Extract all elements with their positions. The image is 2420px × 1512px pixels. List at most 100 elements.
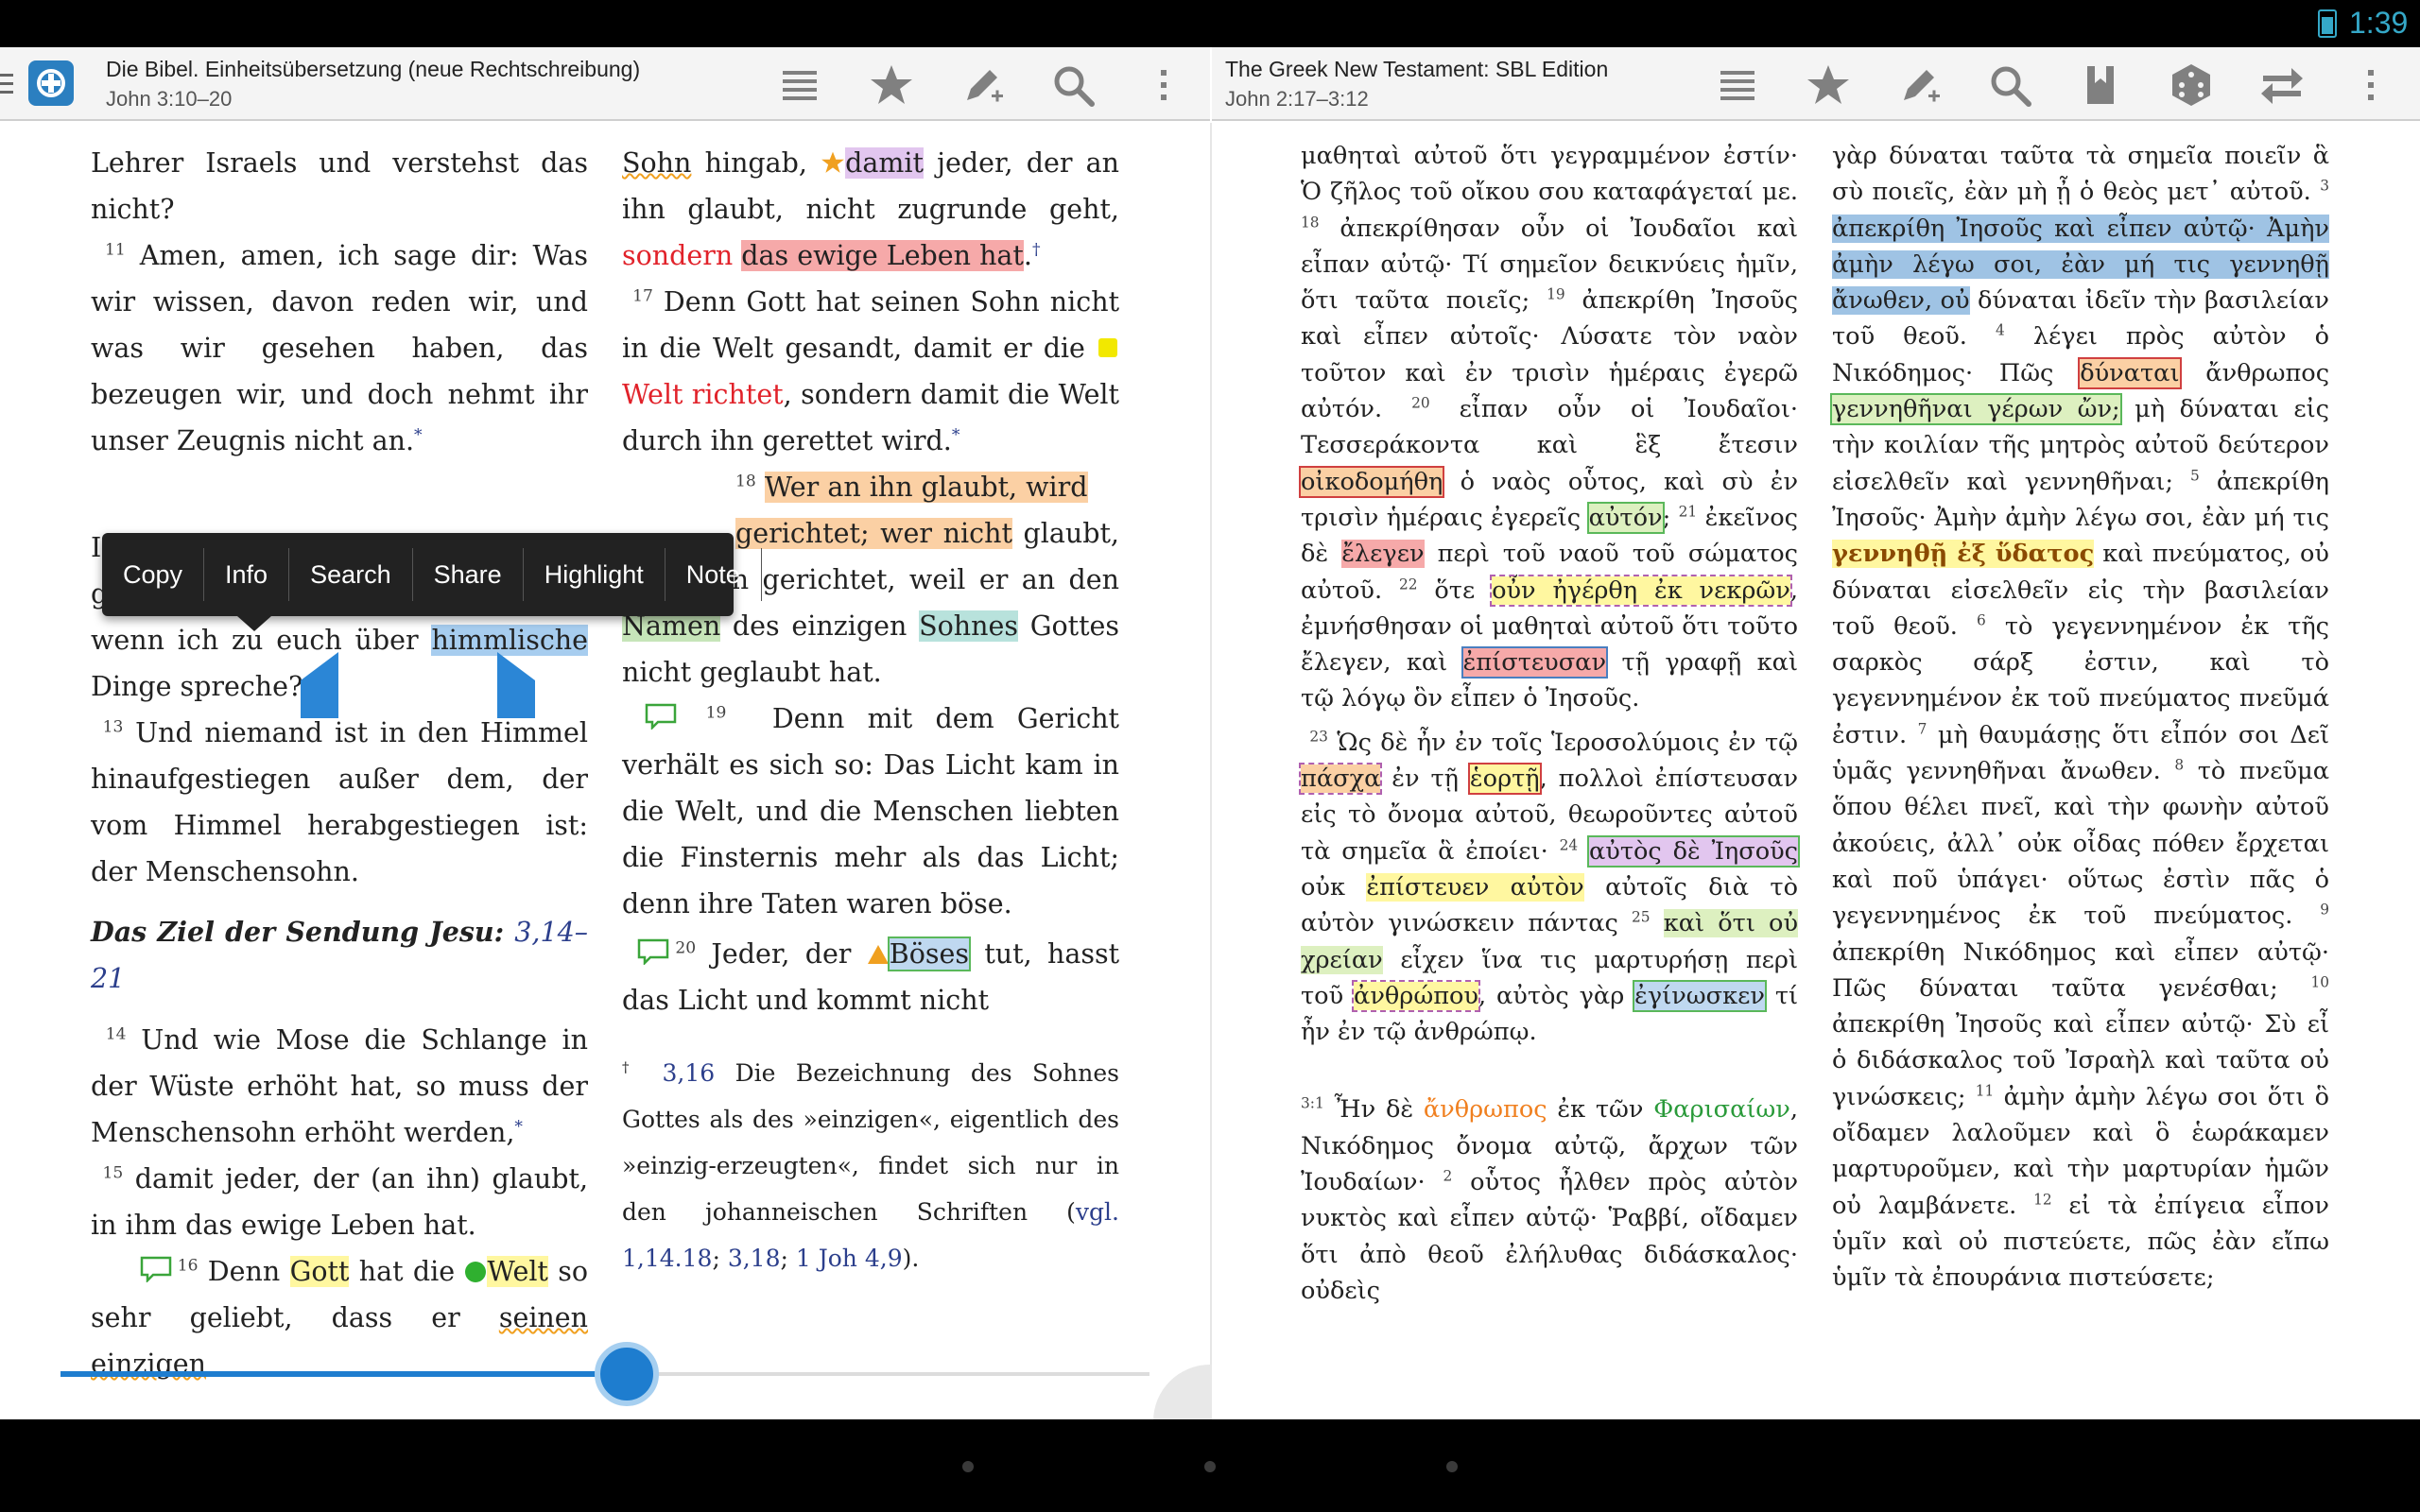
battery-icon xyxy=(2318,9,2337,38)
greek-highlight[interactable]: αὐτὸς δὲ Ἰησοῦς xyxy=(1586,834,1801,868)
greek-highlight[interactable]: γεννηθῇ ἐξ ὕδατος xyxy=(1832,540,2095,569)
greek-highlight[interactable]: γεννηθῆναι γέρων ὤν; xyxy=(1830,393,2122,426)
bookmark-icon xyxy=(2087,66,2114,104)
menu-search[interactable]: Search xyxy=(289,548,413,601)
list-icon xyxy=(783,71,817,100)
footnote-ref-link[interactable]: 3,16 xyxy=(662,1059,715,1087)
highlight-welt[interactable]: Welt xyxy=(487,1256,548,1287)
greek-highlight[interactable]: ἑορτῇ xyxy=(1467,763,1542,796)
right-annotate-button[interactable] xyxy=(1893,59,1945,112)
verse-14: 14 Und wie Mose die Schlange in der Wüst… xyxy=(91,1024,589,1148)
greek-highlight[interactable]: αὐτόν xyxy=(1586,501,1665,534)
page-scrollbar-progress xyxy=(60,1371,628,1377)
right-resource-title[interactable]: The Greek New Testament: SBL Edition xyxy=(1225,57,1608,82)
greek-paragraph: μαθηταὶ αὐτοῦ ὅτι γεγραμμένον ἐστίν· Ὁ ζ… xyxy=(1298,142,1799,713)
left-favorite-button[interactable] xyxy=(865,59,918,112)
verse-11: 11 Amen, amen, ich sage dir: Was wir wis… xyxy=(91,240,588,456)
greek-highlight[interactable]: ἔλεγεν xyxy=(1341,540,1425,569)
footnote-link[interactable]: 3,18 xyxy=(728,1245,781,1272)
menu-info[interactable]: Info xyxy=(204,548,290,601)
star-icon xyxy=(871,65,912,104)
section-heading: Das Ziel der Sendung Jesu: 3,14–21 xyxy=(91,916,588,994)
search-icon xyxy=(1054,66,1095,107)
left-overflow-button[interactable] xyxy=(1137,59,1190,112)
right-text-column-1[interactable]: μαθηταὶ αὐτοῦ ὅτι γεγραμμένον ἐστίν· Ὁ ζ… xyxy=(1298,138,1801,1309)
star-icon xyxy=(1807,65,1849,104)
greek-paragraph: 23 Ὡς δὲ ἦν ἐν τοῖς Ἱεροσολύμοις ἐν τῷ π… xyxy=(1298,728,1801,1047)
left-annotate-button[interactable] xyxy=(956,59,1009,112)
more-vert-icon xyxy=(2368,70,2374,100)
right-favorite-button[interactable] xyxy=(1802,59,1855,112)
greek-highlight[interactable]: οὖν ἠγέρθη ἐκ νεκρῶν xyxy=(1490,574,1792,607)
greek-paragraph: 3:1 Ἦν δὲ ἄνθρωπος ἐκ τῶν Φαρισαίων, Νικ… xyxy=(1301,1094,1799,1305)
greek-highlight[interactable]: ἐπίστευσαν xyxy=(1461,646,1609,679)
green-dot-icon xyxy=(465,1262,487,1282)
greek-highlight[interactable]: ἐγίνωσκεν xyxy=(1633,979,1767,1012)
left-search-button[interactable] xyxy=(1046,59,1099,112)
greek-highlight[interactable]: ἐπίστευεν αὐτὸν xyxy=(1366,872,1584,902)
pencil-add-icon xyxy=(967,70,1003,102)
system-nav-bar xyxy=(0,1419,2420,1512)
footnote-link[interactable]: 1 Joh 4,9 xyxy=(796,1245,903,1272)
verse-15: 15 damit jeder, der (an ihn) glaubt, in … xyxy=(91,1163,589,1241)
left-resource-title[interactable]: Die Bibel. Einheitsübersetzung (neue Rec… xyxy=(106,57,640,82)
right-toc-button[interactable] xyxy=(1711,59,1764,112)
menu-share[interactable]: Share xyxy=(413,548,524,601)
selection-start-handle[interactable] xyxy=(301,652,338,718)
right-tools-button[interactable] xyxy=(2165,59,2218,112)
greek-highlight[interactable]: ἀνθρώπου xyxy=(1352,979,1480,1012)
verse-16: 16 Denn Gott hat die Welt so sehr gelieb… xyxy=(91,1256,589,1380)
greek-highlight[interactable]: πάσχα xyxy=(1298,763,1383,796)
verse-16-cont: Sohn hingab, damit jeder, der an ihn gla… xyxy=(622,147,1119,271)
selection-end-handle[interactable] xyxy=(497,652,535,718)
right-app-bar: The Greek New Testament: SBL Edition Joh… xyxy=(1212,47,2420,121)
menu-note[interactable]: Note xyxy=(666,548,762,601)
greek-highlight[interactable]: οἰκοδομήθη xyxy=(1298,465,1445,498)
right-reader-pane: The Greek New Testament: SBL Edition Joh… xyxy=(1212,47,2420,1419)
verse-13: 13 Und niemand ist in den Himmel hinaufg… xyxy=(91,717,589,887)
highlight-boses[interactable]: Böses xyxy=(887,936,972,971)
greek-highlight[interactable]: δύναται xyxy=(2078,356,2182,389)
nav-recents-dot[interactable] xyxy=(1446,1461,1458,1472)
note-bubble-icon[interactable] xyxy=(140,1256,172,1282)
note-bubble-icon[interactable] xyxy=(637,938,669,965)
status-bar: 1:39 xyxy=(0,0,2420,47)
left-text-column-2[interactable]: Sohn hingab, damit jeder, der an ihn gla… xyxy=(622,140,1119,1281)
selection-context-menu: Copy Info Search Share Highlight Note xyxy=(102,533,762,631)
left-app-bar: Die Bibel. Einheitsübersetzung (neue Rec… xyxy=(0,47,1210,121)
page-scrollbar-thumb[interactable] xyxy=(595,1342,660,1406)
swap-arrows-icon xyxy=(2261,68,2303,104)
nav-home-dot[interactable] xyxy=(1204,1461,1216,1472)
note-bubble-icon[interactable] xyxy=(645,703,677,730)
orange-star-icon xyxy=(821,151,845,173)
app-logo-icon[interactable] xyxy=(28,60,74,106)
left-reader-pane: Die Bibel. Einheitsübersetzung (neue Rec… xyxy=(0,47,1210,1419)
footnote: † 3,16 Die Bezeichnung des Sohnes Gottes… xyxy=(622,1058,1120,1272)
right-bookmark-button[interactable] xyxy=(2074,59,2127,112)
right-reference[interactable]: John 2:17–3:12 xyxy=(1225,87,1369,112)
menu-copy[interactable]: Copy xyxy=(102,548,205,601)
greek-paragraph: γὰρ δύναται ταῦτα τὰ σημεῖα ποιεῖν ἃ σὺ … xyxy=(1830,142,2330,1293)
highlight-damit[interactable]: damit xyxy=(845,147,924,179)
left-toc-button[interactable] xyxy=(773,59,826,112)
right-text-column-2[interactable]: γὰρ δύναται ταῦτα τὰ σημεῖα ποιεῖν ἃ σὺ … xyxy=(1830,138,2330,1297)
text-paragraph: Lehrer Israels und verstehst das nicht? xyxy=(91,147,588,225)
right-search-button[interactable] xyxy=(1983,59,2036,112)
list-icon xyxy=(1720,71,1754,100)
right-overflow-button[interactable] xyxy=(2344,59,2397,112)
left-reference[interactable]: John 3:10–20 xyxy=(106,87,232,112)
nav-back-dot[interactable] xyxy=(962,1461,974,1472)
more-vert-icon xyxy=(1161,70,1167,100)
right-swap-button[interactable] xyxy=(2256,59,2308,112)
dice-icon xyxy=(2172,64,2210,106)
highlight-wer-glaubt[interactable]: Wer an ihn glaubt, wird xyxy=(764,472,1088,503)
drawer-indicator-icon[interactable] xyxy=(0,72,15,96)
left-text-column-1[interactable]: Lehrer Israels und verstehst das nicht? … xyxy=(91,140,588,1387)
menu-highlight[interactable]: Highlight xyxy=(524,548,666,601)
sticky-note-icon[interactable] xyxy=(1097,336,1119,359)
triangle-icon xyxy=(867,945,889,964)
highlight-gott[interactable]: Gott xyxy=(289,1256,350,1287)
search-icon xyxy=(1991,66,2031,107)
highlight-sohnes[interactable]: Sohnes xyxy=(919,610,1018,642)
highlight-leben[interactable]: das ewige Leben hat xyxy=(741,240,1024,271)
